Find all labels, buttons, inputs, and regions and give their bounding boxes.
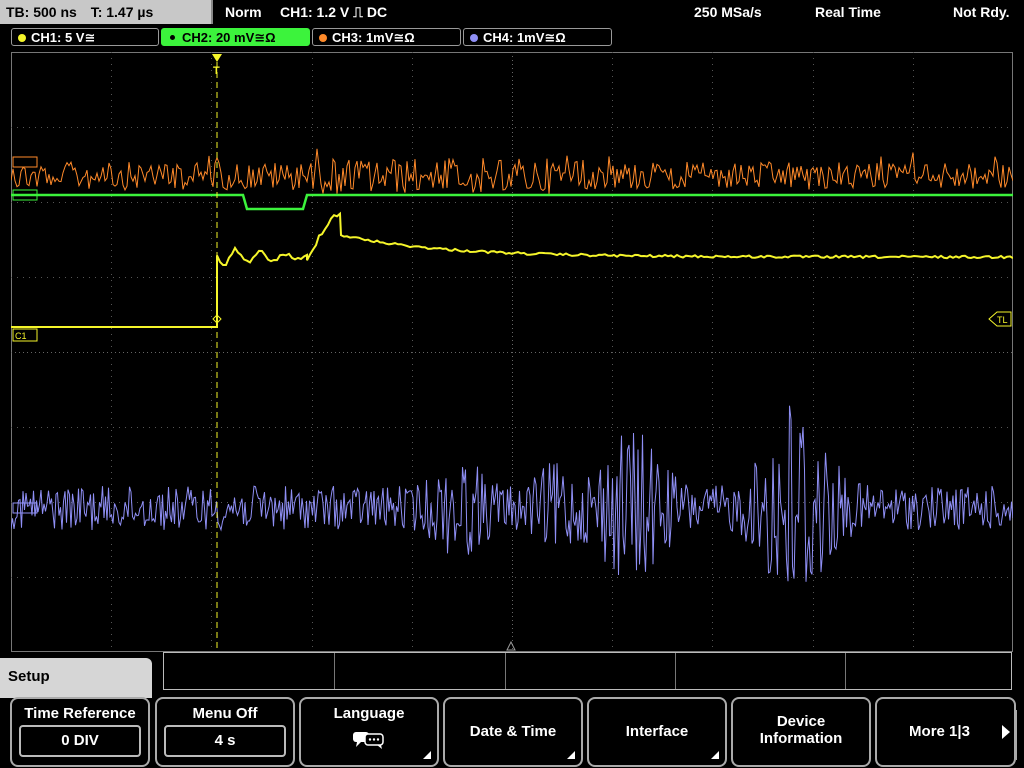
ch4-color-dot	[470, 34, 478, 42]
more-label: More 1|3	[909, 723, 970, 740]
status-cell	[505, 653, 506, 689]
ch2-label: CH2: 20 mV≅Ω	[182, 30, 276, 45]
center-marker	[506, 640, 516, 651]
ch1-label: CH1: 5 V≅	[31, 30, 96, 45]
menu-off-value: 4 s	[164, 725, 286, 757]
ch2-color-dot	[168, 33, 177, 42]
timebase-value: TB: 500 ns	[6, 4, 77, 20]
status-strip	[163, 652, 1012, 690]
ch3-label: CH3: 1mV≅Ω	[332, 30, 415, 45]
trigger-mode[interactable]: Norm	[225, 0, 262, 24]
channel-tab-ch4[interactable]: CH4: 1mV≅Ω	[463, 28, 612, 46]
language-label: Language	[333, 705, 405, 722]
trigger-position-label: T	[213, 65, 220, 77]
graticule	[11, 52, 1013, 652]
ch3-trace	[10, 148, 1014, 194]
status-cell	[675, 653, 676, 689]
language-softkey[interactable]: Language	[299, 697, 439, 767]
time-reference-value: 0 DIV	[19, 725, 141, 757]
ch1-trace	[11, 211, 1014, 328]
date-time-label: Date & Time	[469, 723, 557, 740]
submenu-corner-icon	[423, 751, 431, 759]
waveform-svg: T C1 TL	[10, 52, 1014, 652]
channel-tab-ch2[interactable]: CH2: 20 mV≅Ω	[161, 28, 310, 46]
speech-bubbles-icon	[353, 732, 384, 749]
trigger-position-marker	[212, 54, 222, 62]
device-information-softkey[interactable]: Device Information	[731, 697, 871, 767]
device-info-label-line1: Device	[776, 713, 826, 730]
submenu-corner-icon	[567, 751, 575, 759]
more-softkey[interactable]: More 1|3	[875, 697, 1016, 767]
menu-off-softkey[interactable]: Menu Off 4 s	[155, 697, 295, 767]
setup-title: Setup	[8, 668, 50, 685]
device-info-label-line2: Information	[759, 730, 843, 747]
submenu-corner-icon	[711, 751, 719, 759]
next-page-arrow-icon	[1002, 725, 1010, 739]
date-time-softkey[interactable]: Date & Time	[443, 697, 583, 767]
interface-softkey[interactable]: Interface	[587, 697, 727, 767]
menu-off-label: Menu Off	[192, 705, 258, 722]
acquisition-mode: Real Time	[815, 4, 881, 20]
waveform-display[interactable]: T C1 TL	[10, 52, 1014, 652]
interface-label: Interface	[625, 723, 689, 740]
trigger-level-label: TL	[997, 315, 1008, 325]
ch3-offset-marker	[12, 156, 38, 168]
trigger-time-value: T: 1.47 µs	[90, 4, 154, 20]
setup-menu-tab: Setup	[0, 658, 152, 698]
traces	[10, 148, 1014, 582]
time-reference-softkey[interactable]: Time Reference 0 DIV	[10, 697, 150, 767]
status-cell	[334, 653, 335, 689]
ch3-color-dot	[319, 34, 327, 42]
top-status-bar: TB: 500 ns T: 1.47 µs Norm CH1: 1.2 V ⎍ …	[0, 0, 1024, 26]
channel-tab-ch1[interactable]: CH1: 5 V≅	[11, 28, 159, 46]
softkey-scroll-edge	[1016, 710, 1024, 760]
acquisition-status: Not Rdy.	[953, 4, 1010, 20]
ch4-label: CH4: 1mV≅Ω	[483, 30, 566, 45]
ch1-offset-label: C1	[15, 331, 27, 341]
ch1-color-dot	[18, 34, 26, 42]
status-cell	[845, 653, 846, 689]
timebase-box[interactable]: TB: 500 ns T: 1.47 µs	[0, 0, 213, 24]
sample-rate: 250 MSa/s	[694, 4, 762, 20]
time-reference-label: Time Reference	[24, 705, 136, 722]
channel-tab-ch3[interactable]: CH3: 1mV≅Ω	[312, 28, 461, 46]
trigger-info[interactable]: CH1: 1.2 V ⎍ DC	[280, 0, 387, 24]
